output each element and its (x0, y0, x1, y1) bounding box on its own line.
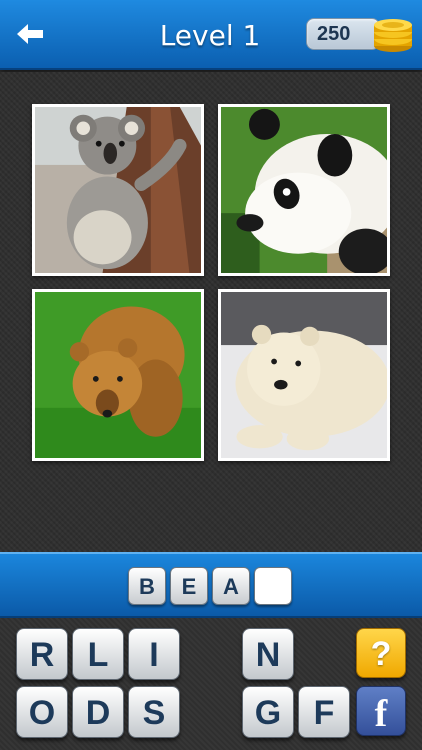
panda-photo[interactable] (218, 104, 390, 276)
answer-letter-2[interactable]: E (170, 567, 208, 605)
top-bar: Level 1 250 (0, 0, 422, 70)
key-letter[interactable]: O (16, 686, 68, 738)
answer-letter-4[interactable] (254, 567, 292, 605)
key-letter[interactable]: S (128, 686, 180, 738)
brown-bear-photo[interactable] (32, 289, 204, 461)
key-letter[interactable]: R (16, 628, 68, 680)
hint-button[interactable]: ? (356, 628, 406, 678)
key-letter[interactable]: L (72, 628, 124, 680)
key-letter[interactable]: I (128, 628, 180, 680)
answer-bar: B E A (0, 552, 422, 618)
coin-counter: 250 (306, 18, 380, 50)
answer-letter-3[interactable]: A (212, 567, 250, 605)
back-button[interactable] (12, 18, 48, 50)
level-title: Level 1 (159, 19, 261, 52)
key-letter[interactable]: D (72, 686, 124, 738)
gold-coins-icon (374, 19, 412, 52)
polar-bear-photo[interactable] (218, 289, 390, 461)
facebook-button[interactable]: f (356, 686, 406, 736)
back-arrow-icon (17, 24, 43, 44)
photo-grid (0, 72, 422, 552)
key-letter[interactable]: N (242, 628, 294, 680)
koala-photo[interactable] (32, 104, 204, 276)
answer-letter-1[interactable]: B (128, 567, 166, 605)
key-letter[interactable]: F (298, 686, 350, 738)
letter-keyboard: R L I N O D S G F ? f (0, 618, 422, 750)
key-letter[interactable]: G (242, 686, 294, 738)
